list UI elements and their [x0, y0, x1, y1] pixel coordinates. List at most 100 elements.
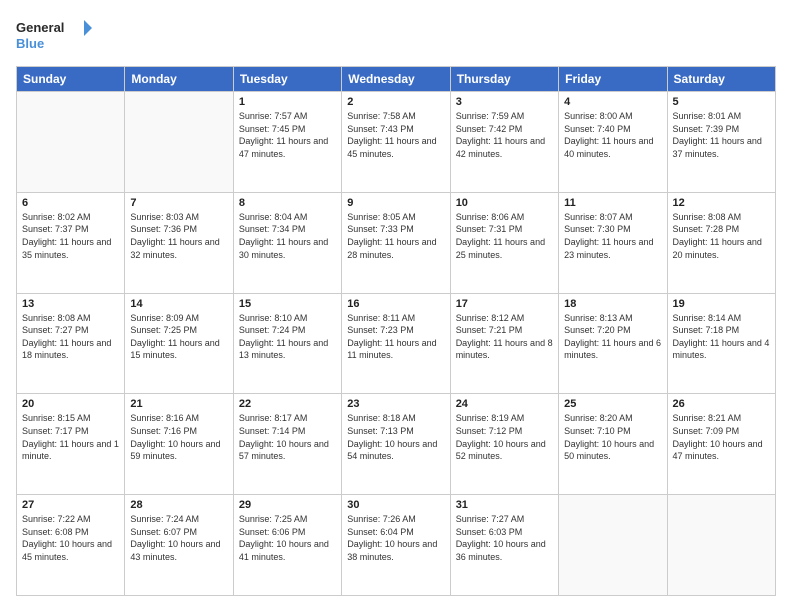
- dow-header-friday: Friday: [559, 67, 667, 92]
- dow-header-sunday: Sunday: [17, 67, 125, 92]
- day-number: 17: [456, 298, 553, 310]
- day-info: Sunrise: 8:19 AM Sunset: 7:12 PM Dayligh…: [456, 412, 553, 462]
- calendar-cell: 17Sunrise: 8:12 AM Sunset: 7:21 PM Dayli…: [450, 293, 558, 394]
- header: General Blue: [16, 16, 776, 56]
- day-info: Sunrise: 8:11 AM Sunset: 7:23 PM Dayligh…: [347, 312, 444, 362]
- calendar-cell: [559, 495, 667, 596]
- day-number: 30: [347, 499, 444, 511]
- calendar-cell: 15 Sunrise: 8:10 AM Sunset: 7:24 PM Dayli…: [233, 293, 341, 394]
- day-info: Sunrise: 8:09 AM Sunset: 7:25 PM Dayligh…: [130, 312, 227, 362]
- calendar-cell: 21Sunrise: 8:16 AM Sunset: 7:16 PM Dayli…: [125, 394, 233, 495]
- logo: General Blue: [16, 16, 96, 56]
- day-number: 12: [673, 197, 770, 209]
- day-number: 28: [130, 499, 227, 511]
- calendar-cell: 12 Sunrise: 8:08 AM Sunset: 7:28 PM Dayli…: [667, 192, 775, 293]
- logo-svg: General Blue: [16, 16, 96, 56]
- day-number: 18: [564, 298, 661, 310]
- page: General Blue SundayMondayTuesdayWednesda…: [0, 0, 792, 612]
- calendar-cell: 28 Sunrise: 7:24 AM Sunset: 6:07 PM Dayli…: [125, 495, 233, 596]
- calendar-cell: 3 Sunrise: 7:59 AM Sunset: 7:42 PM Daylig…: [450, 92, 558, 193]
- day-number: 31: [456, 499, 553, 511]
- day-number: 27: [22, 499, 119, 511]
- day-info: Sunrise: 8:08 AM Sunset: 7:28 PM Dayligh…: [673, 211, 770, 261]
- calendar-cell: 26Sunrise: 8:21 AM Sunset: 7:09 PM Dayli…: [667, 394, 775, 495]
- calendar-cell: 10 Sunrise: 8:06 AM Sunset: 7:31 PM Dayli…: [450, 192, 558, 293]
- calendar-cell: 7Sunrise: 8:03 AM Sunset: 7:36 PM Daylig…: [125, 192, 233, 293]
- calendar-cell: 5Sunrise: 8:01 AM Sunset: 7:39 PM Daylig…: [667, 92, 775, 193]
- day-info: Sunrise: 7:26 AM Sunset: 6:04 PM Dayligh…: [347, 513, 444, 563]
- calendar-cell: 18 Sunrise: 8:13 AM Sunset: 7:20 PM Dayli…: [559, 293, 667, 394]
- day-number: 4: [564, 96, 661, 108]
- calendar-cell: 9 Sunrise: 8:05 AM Sunset: 7:33 PM Daylig…: [342, 192, 450, 293]
- calendar-cell: 11 Sunrise: 8:07 AM Sunset: 7:30 PM Dayli…: [559, 192, 667, 293]
- day-info: Sunrise: 8:14 AM Sunset: 7:18 PM Dayligh…: [673, 312, 770, 362]
- day-number: 14: [130, 298, 227, 310]
- day-info: Sunrise: 8:02 AM Sunset: 7:37 PM Dayligh…: [22, 211, 119, 261]
- day-info: Sunrise: 8:10 AM Sunset: 7:24 PM Dayligh…: [239, 312, 336, 362]
- day-info: Sunrise: 7:59 AM Sunset: 7:42 PM Dayligh…: [456, 110, 553, 160]
- day-number: 15: [239, 298, 336, 310]
- day-number: 23: [347, 398, 444, 410]
- calendar-cell: [17, 92, 125, 193]
- dow-header-monday: Monday: [125, 67, 233, 92]
- svg-text:General: General: [16, 20, 64, 35]
- day-info: Sunrise: 7:27 AM Sunset: 6:03 PM Dayligh…: [456, 513, 553, 563]
- day-number: 16: [347, 298, 444, 310]
- day-info: Sunrise: 7:24 AM Sunset: 6:07 PM Dayligh…: [130, 513, 227, 563]
- day-info: Sunrise: 7:22 AM Sunset: 6:08 PM Dayligh…: [22, 513, 119, 563]
- day-info: Sunrise: 8:03 AM Sunset: 7:36 PM Dayligh…: [130, 211, 227, 261]
- calendar-cell: 14 Sunrise: 8:09 AM Sunset: 7:25 PM Dayli…: [125, 293, 233, 394]
- calendar-cell: 31 Sunrise: 7:27 AM Sunset: 6:03 PM Dayli…: [450, 495, 558, 596]
- day-number: 6: [22, 197, 119, 209]
- day-number: 20: [22, 398, 119, 410]
- calendar-cell: [667, 495, 775, 596]
- dow-header-thursday: Thursday: [450, 67, 558, 92]
- calendar-cell: [125, 92, 233, 193]
- day-info: Sunrise: 8:04 AM Sunset: 7:34 PM Dayligh…: [239, 211, 336, 261]
- day-number: 9: [347, 197, 444, 209]
- day-number: 11: [564, 197, 661, 209]
- calendar-cell: 23 Sunrise: 8:18 AM Sunset: 7:13 PM Dayli…: [342, 394, 450, 495]
- day-info: Sunrise: 8:13 AM Sunset: 7:20 PM Dayligh…: [564, 312, 661, 362]
- day-number: 8: [239, 197, 336, 209]
- calendar-cell: 25 Sunrise: 8:20 AM Sunset: 7:10 PM Dayli…: [559, 394, 667, 495]
- dow-header-saturday: Saturday: [667, 67, 775, 92]
- day-number: 25: [564, 398, 661, 410]
- calendar-cell: 6 Sunrise: 8:02 AM Sunset: 7:37 PM Daylig…: [17, 192, 125, 293]
- day-info: Sunrise: 8:08 AM Sunset: 7:27 PM Dayligh…: [22, 312, 119, 362]
- dow-header-tuesday: Tuesday: [233, 67, 341, 92]
- calendar-cell: 20 Sunrise: 8:15 AM Sunset: 7:17 PM Dayli…: [17, 394, 125, 495]
- day-info: Sunrise: 7:58 AM Sunset: 7:43 PM Dayligh…: [347, 110, 444, 160]
- calendar-cell: 19 Sunrise: 8:14 AM Sunset: 7:18 PM Dayli…: [667, 293, 775, 394]
- day-info: Sunrise: 8:05 AM Sunset: 7:33 PM Dayligh…: [347, 211, 444, 261]
- calendar-table: SundayMondayTuesdayWednesdayThursdayFrid…: [16, 66, 776, 596]
- day-info: Sunrise: 8:06 AM Sunset: 7:31 PM Dayligh…: [456, 211, 553, 261]
- calendar-cell: 30 Sunrise: 7:26 AM Sunset: 6:04 PM Dayli…: [342, 495, 450, 596]
- day-info: Sunrise: 8:21 AM Sunset: 7:09 PM Dayligh…: [673, 412, 770, 462]
- day-info: Sunrise: 7:57 AM Sunset: 7:45 PM Dayligh…: [239, 110, 336, 160]
- day-number: 2: [347, 96, 444, 108]
- day-info: Sunrise: 7:25 AM Sunset: 6:06 PM Dayligh…: [239, 513, 336, 563]
- day-info: Sunrise: 8:00 AM Sunset: 7:40 PM Dayligh…: [564, 110, 661, 160]
- day-info: Sunrise: 8:07 AM Sunset: 7:30 PM Dayligh…: [564, 211, 661, 261]
- day-info: Sunrise: 8:20 AM Sunset: 7:10 PM Dayligh…: [564, 412, 661, 462]
- day-info: Sunrise: 8:18 AM Sunset: 7:13 PM Dayligh…: [347, 412, 444, 462]
- svg-text:Blue: Blue: [16, 36, 44, 51]
- day-number: 3: [456, 96, 553, 108]
- calendar-cell: 24Sunrise: 8:19 AM Sunset: 7:12 PM Dayli…: [450, 394, 558, 495]
- day-number: 1: [239, 96, 336, 108]
- dow-header-wednesday: Wednesday: [342, 67, 450, 92]
- day-number: 29: [239, 499, 336, 511]
- calendar-cell: 16 Sunrise: 8:11 AM Sunset: 7:23 PM Dayli…: [342, 293, 450, 394]
- day-info: Sunrise: 8:15 AM Sunset: 7:17 PM Dayligh…: [22, 412, 119, 462]
- day-number: 21: [130, 398, 227, 410]
- calendar-cell: 29 Sunrise: 7:25 AM Sunset: 6:06 PM Dayli…: [233, 495, 341, 596]
- calendar-cell: 4 Sunrise: 8:00 AM Sunset: 7:40 PM Daylig…: [559, 92, 667, 193]
- day-number: 5: [673, 96, 770, 108]
- day-number: 10: [456, 197, 553, 209]
- day-number: 19: [673, 298, 770, 310]
- calendar-cell: 13 Sunrise: 8:08 AM Sunset: 7:27 PM Dayli…: [17, 293, 125, 394]
- calendar-cell: 1 Sunrise: 7:57 AM Sunset: 7:45 PM Daylig…: [233, 92, 341, 193]
- day-number: 13: [22, 298, 119, 310]
- calendar-cell: 27 Sunrise: 7:22 AM Sunset: 6:08 PM Dayli…: [17, 495, 125, 596]
